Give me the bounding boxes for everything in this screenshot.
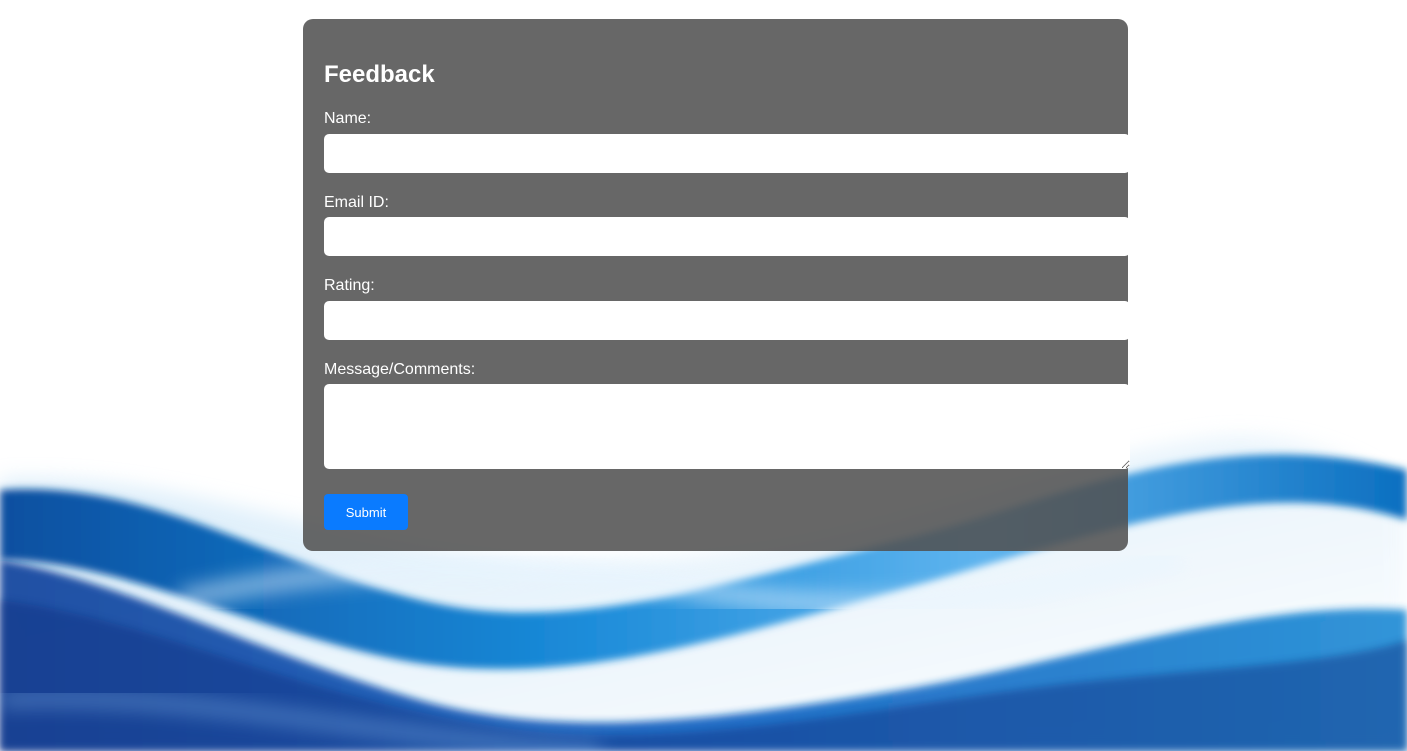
email-input[interactable]	[324, 217, 1130, 256]
name-input[interactable]	[324, 134, 1130, 173]
message-label: Message/Comments:	[324, 361, 476, 378]
rating-input[interactable]	[324, 301, 1130, 340]
submit-button[interactable]: Submit	[324, 494, 408, 530]
form-title: Feedback	[324, 61, 435, 88]
name-label: Name:	[324, 110, 372, 127]
rating-label: Rating:	[324, 277, 375, 294]
feedback-panel: Feedback Name: Email ID: Rating: Message…	[303, 19, 1130, 551]
email-label: Email ID:	[324, 194, 389, 211]
message-textarea[interactable]	[324, 384, 1130, 469]
